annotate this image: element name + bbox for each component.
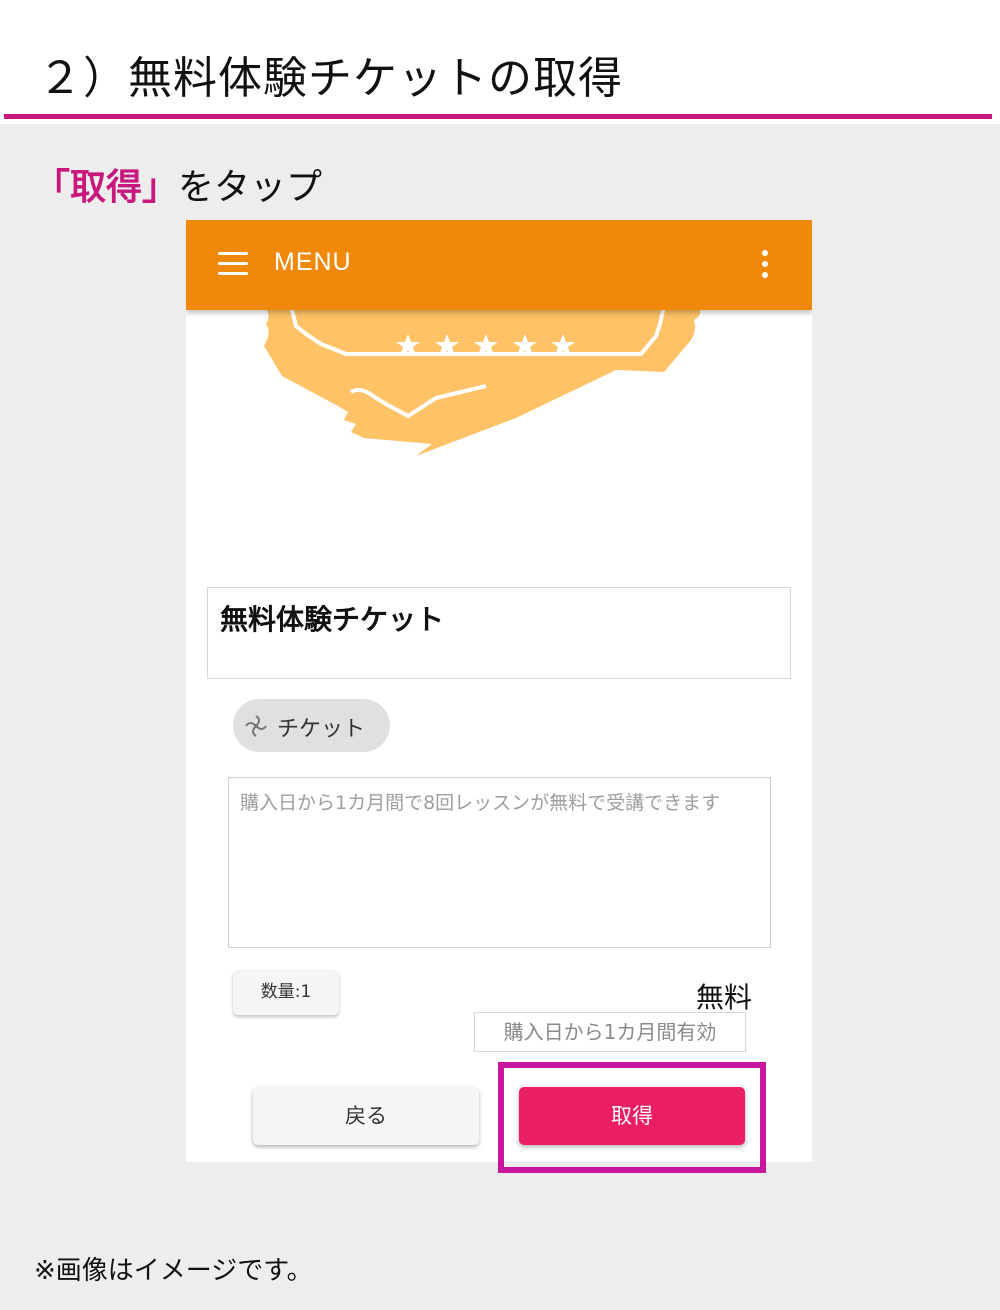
image-note: ※画像はイメージです。	[34, 1256, 313, 1286]
page-title: ２）無料体験チケットの取得	[38, 53, 623, 104]
ticket-name-box: 無料体験チケット	[207, 587, 791, 679]
hamburger-icon[interactable]	[218, 252, 248, 276]
description-text: 購入日から1カ月間で8回レッスンが無料で受講できます	[240, 792, 721, 814]
ticket-name: 無料体験チケット	[220, 603, 445, 636]
instruction: 「取得」をタップ	[34, 158, 322, 210]
back-button[interactable]: 戻る	[253, 1087, 479, 1145]
phone-screen: MENU 無料体験チケット チケット 購入日から1カ月間で8回レッスンが無料で受…	[186, 220, 812, 1162]
category-chip-label: チケット	[277, 717, 366, 742]
ticket-category-icon	[245, 715, 267, 737]
app-bar: MENU	[186, 220, 812, 310]
validity-label: 購入日から1カ月間有効	[474, 1012, 746, 1052]
ticket-illustration	[264, 306, 812, 466]
app-bar-title: MENU	[274, 248, 352, 276]
header-area: ２）無料体験チケットの取得	[0, 0, 1000, 119]
more-vert-icon[interactable]	[760, 250, 770, 280]
title-divider	[4, 114, 992, 119]
description-field: 購入日から1カ月間で8回レッスンが無料で受講できます	[228, 777, 771, 948]
quantity-button[interactable]: 数量:1	[233, 970, 339, 1015]
highlight-frame	[498, 1062, 766, 1173]
instruction-emphasis: 「取得」	[34, 167, 179, 208]
category-chip[interactable]: チケット	[233, 699, 390, 752]
price-label: 無料	[696, 981, 753, 1014]
instruction-text: をタップ	[178, 167, 323, 208]
